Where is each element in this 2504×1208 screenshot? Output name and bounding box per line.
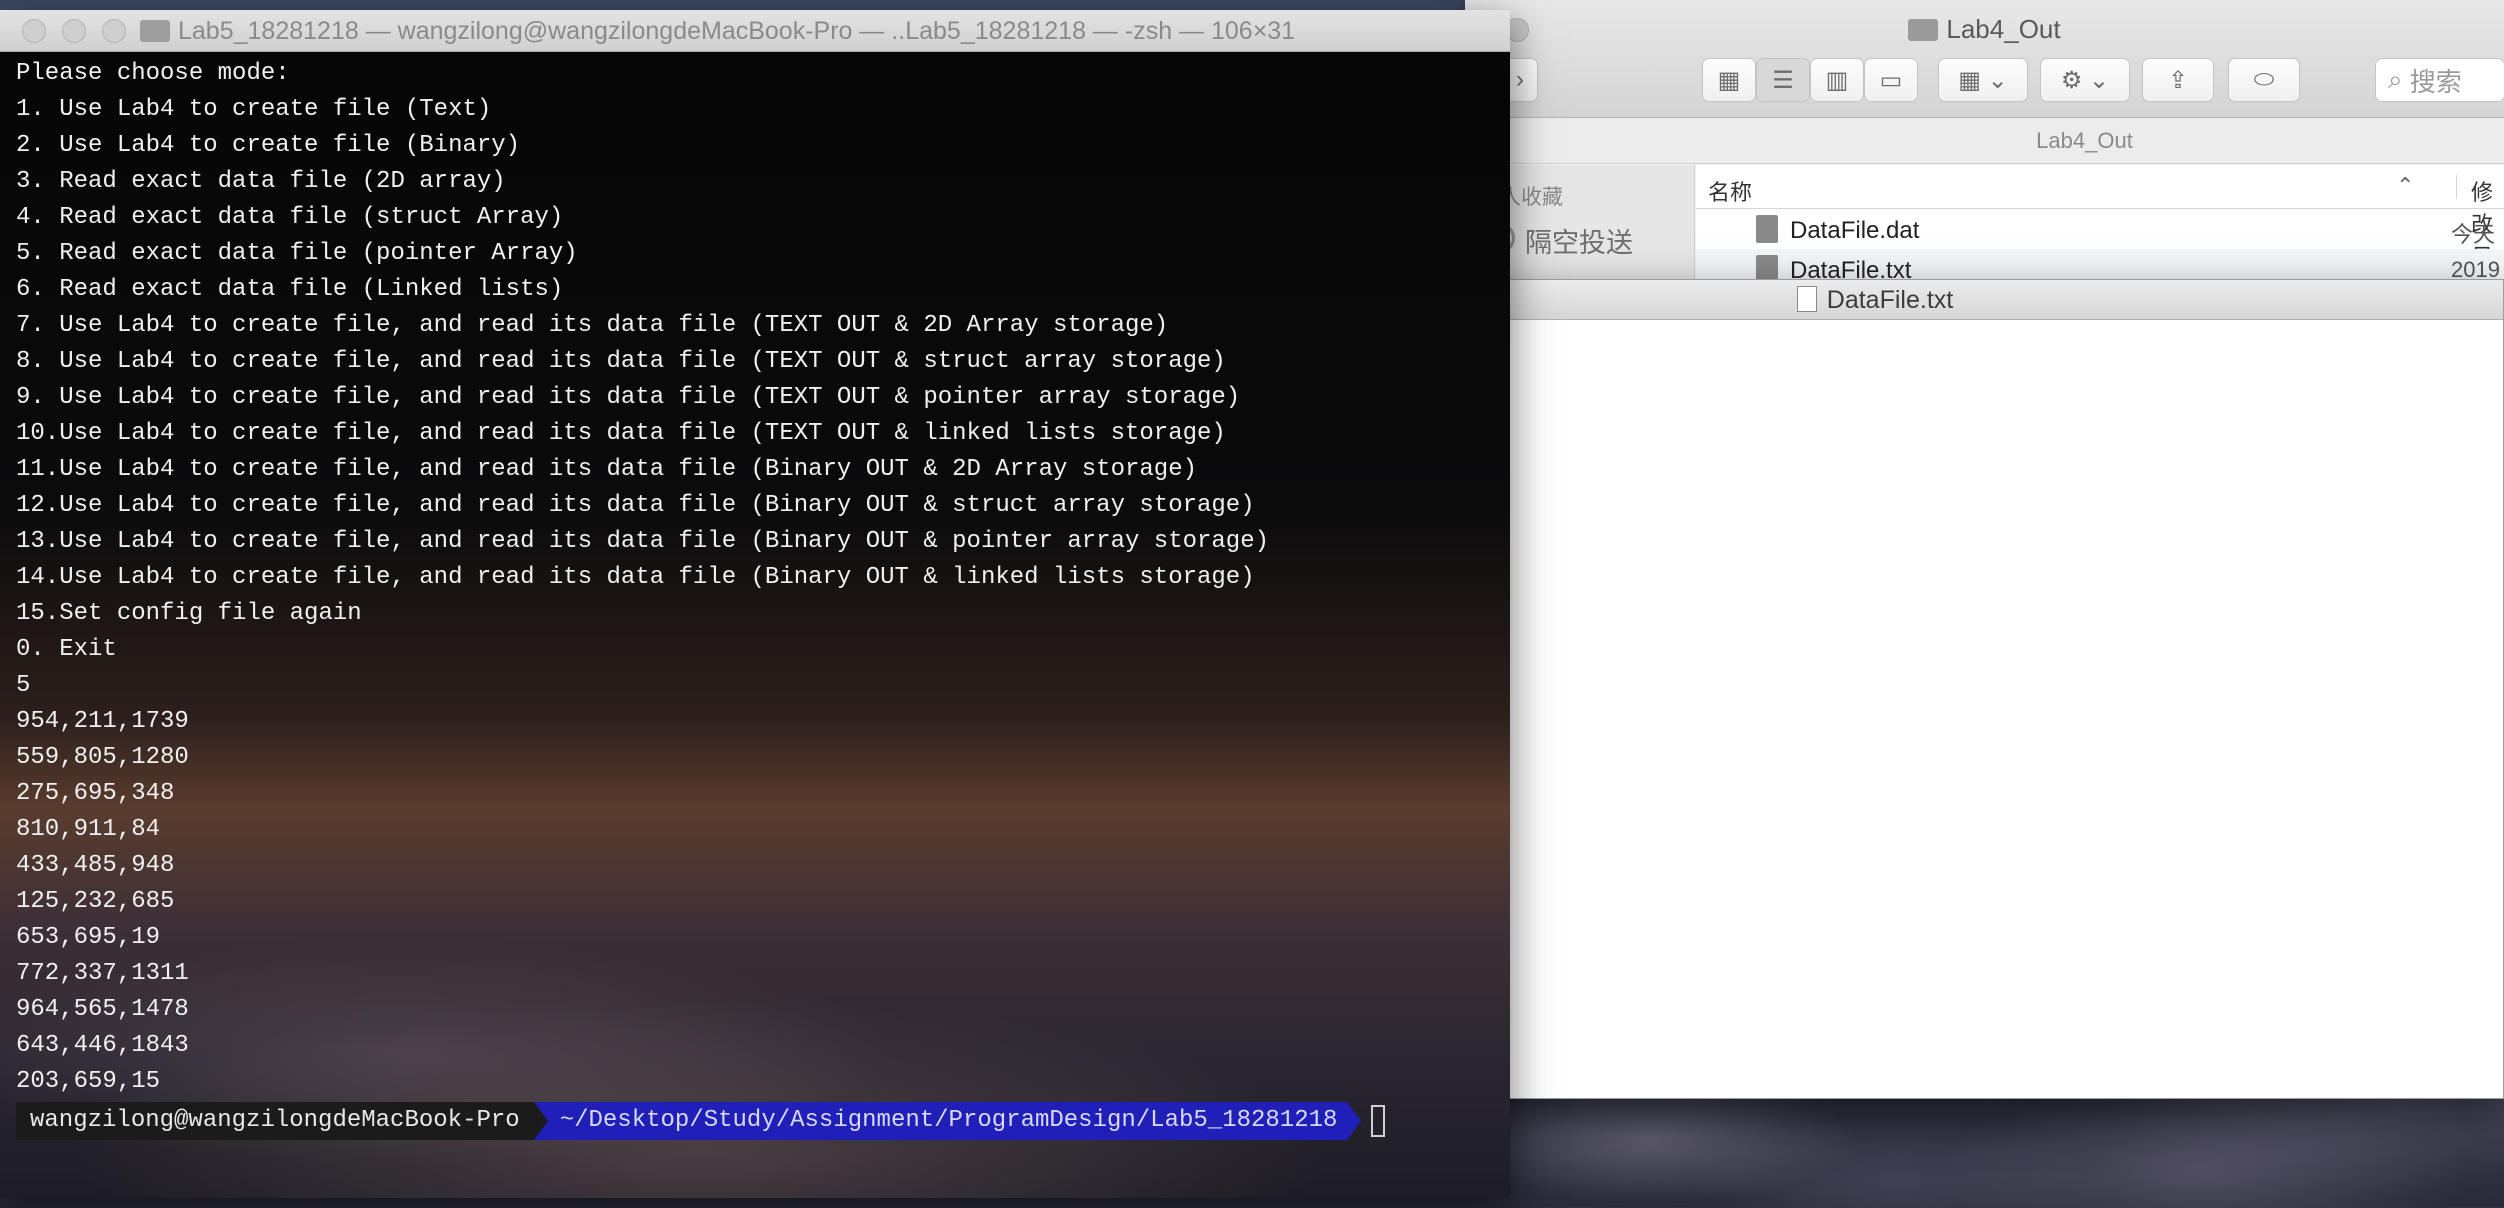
- path-bar: Lab4_Out: [1465, 118, 2504, 164]
- terminal-line: 559,805,1280: [16, 744, 189, 771]
- terminal-titlebar[interactable]: Lab5_18281218 — wangzilong@wangzilongdeM…: [0, 10, 1510, 52]
- columns-icon: ▥: [1825, 66, 1849, 94]
- folder-icon: [140, 20, 170, 42]
- terminal-line: 5. Read exact data file (pointer Array): [16, 240, 578, 267]
- terminal-line: 2. Use Lab4 to create file (Binary): [16, 132, 521, 159]
- finder-window: Lab4_Out ‹ › ▦ ☰ ▥ ▭ ▦ ⌄ ⚙ ⌄ ⇪ ⬭ ⌕ 搜索 La…: [1465, 0, 2504, 436]
- shell-prompt: wangzilong@wangzilongdeMacBook-Pro ~/Des…: [16, 1102, 1386, 1140]
- terminal-line: 3. Read exact data file (2D array): [16, 168, 506, 195]
- terminal-output[interactable]: Please choose mode: 1. Use Lab4 to create…: [0, 52, 1510, 1198]
- icon-view-button[interactable]: ▦: [1702, 58, 1756, 102]
- search-icon: ⌕: [2388, 64, 2410, 94]
- tag-icon: ⬭: [2253, 66, 2275, 93]
- column-view-button[interactable]: ▥: [1810, 58, 1864, 102]
- chevron-right-icon: ›: [1516, 66, 1524, 93]
- finder-titlebar[interactable]: Lab4_Out ‹ › ▦ ☰ ▥ ▭ ▦ ⌄ ⚙ ⌄ ⇪ ⬭ ⌕ 搜索: [1465, 0, 2504, 118]
- terminal-line: 1. Use Lab4 to create file (Text): [16, 96, 492, 123]
- finder-title: Lab4_Out: [1465, 14, 2504, 45]
- terminal-line: 15.Set config file again: [16, 600, 362, 627]
- terminal-line: 8. Use Lab4 to create file, and read its…: [16, 348, 1226, 375]
- column-header-date[interactable]: 修改日期: [2456, 175, 2504, 301]
- terminal-line: 125,232,685: [16, 888, 175, 915]
- file-name: DataFile.dat: [1790, 217, 1920, 244]
- prompt-separator: [533, 1102, 548, 1140]
- terminal-line: 14.Use Lab4 to create file, and read its…: [16, 564, 1255, 591]
- file-icon: [1756, 215, 1778, 243]
- terminal-line: 5: [16, 672, 31, 699]
- terminal-line: 810,911,84: [16, 816, 161, 843]
- terminal-line: 0. Exit: [16, 636, 117, 663]
- terminal-line: 275,695,348: [16, 780, 175, 807]
- prompt-separator: [1347, 1102, 1362, 1140]
- document-icon: [1796, 286, 1817, 312]
- terminal-line: 13.Use Lab4 to create file, and read its…: [16, 528, 1270, 555]
- terminal-close-button[interactable]: [22, 19, 46, 43]
- terminal-title: Lab5_18281218 — wangzilong@wangzilongdeM…: [140, 17, 1295, 46]
- terminal-line: 9. Use Lab4 to create file, and read its…: [16, 384, 1241, 411]
- prompt-user: wangzilong@wangzilongdeMacBook-Pro: [16, 1102, 534, 1140]
- list-icon: ☰: [1772, 66, 1794, 94]
- prompt-path: ~/Desktop/Study/Assignment/ProgramDesign…: [547, 1102, 1348, 1140]
- grid-icon: ▦: [1717, 66, 1741, 94]
- group-icon: ▦ ⌄: [1958, 66, 2008, 94]
- terminal-line: 653,695,19: [16, 924, 161, 951]
- text-cursor[interactable]: [1371, 1105, 1386, 1137]
- terminal-line: 964,565,1478: [16, 996, 189, 1023]
- tags-button[interactable]: ⬭: [2228, 58, 2300, 102]
- terminal-line: 954,211,1739: [16, 708, 189, 735]
- search-field[interactable]: ⌕ 搜索: [2375, 58, 2504, 102]
- list-header: 名称 ⌃ 修改日期: [1696, 165, 2504, 301]
- finder-toolbar: ‹ › ▦ ☰ ▥ ▭ ▦ ⌄ ⚙ ⌄ ⇪ ⬭ ⌕ 搜索: [1465, 58, 2504, 104]
- terminal-line: 12.Use Lab4 to create file, and read its…: [16, 492, 1255, 519]
- column-header-name[interactable]: 名称: [1708, 175, 1752, 207]
- gallery-view-button[interactable]: ▭: [1864, 58, 1918, 102]
- terminal-line: 203,659,15: [16, 1068, 161, 1095]
- gallery-icon: ▭: [1879, 66, 1903, 94]
- gear-icon: ⚙ ⌄: [2060, 66, 2110, 94]
- terminal-zoom-button[interactable]: [102, 19, 126, 43]
- terminal-line: 6. Read exact data file (Linked lists): [16, 276, 564, 303]
- sort-ascending-icon: ⌃: [2396, 173, 2415, 198]
- terminal-line: 7. Use Lab4 to create file, and read its…: [16, 312, 1169, 339]
- action-button[interactable]: ⚙ ⌄: [2040, 58, 2130, 102]
- share-icon: ⇪: [2167, 66, 2189, 94]
- terminal-minimize-button[interactable]: [62, 19, 86, 43]
- folder-icon: [1908, 19, 1939, 41]
- terminal-line: Please choose mode:: [16, 60, 290, 87]
- file-list: 名称 ⌃ 修改日期 DataFile.dat 今天 下午9:11 DataFil…: [1696, 165, 2504, 436]
- terminal-line: 772,337,1311: [16, 960, 189, 987]
- terminal-line: 11.Use Lab4 to create file, and read its…: [16, 456, 1197, 483]
- share-button[interactable]: ⇪: [2142, 58, 2214, 102]
- terminal-window: Lab5_18281218 — wangzilong@wangzilongdeM…: [0, 10, 1510, 1198]
- terminal-line: 10.Use Lab4 to create file, and read its…: [16, 420, 1226, 447]
- group-button[interactable]: ▦ ⌄: [1938, 58, 2028, 102]
- terminal-line: 433,485,948: [16, 852, 175, 879]
- list-view-button[interactable]: ☰: [1756, 58, 1810, 102]
- file-row[interactable]: DataFile.dat 今天 下午9:11: [1696, 209, 2504, 306]
- terminal-line: 4. Read exact data file (struct Array): [16, 204, 564, 231]
- terminal-line: 643,446,1843: [16, 1032, 189, 1059]
